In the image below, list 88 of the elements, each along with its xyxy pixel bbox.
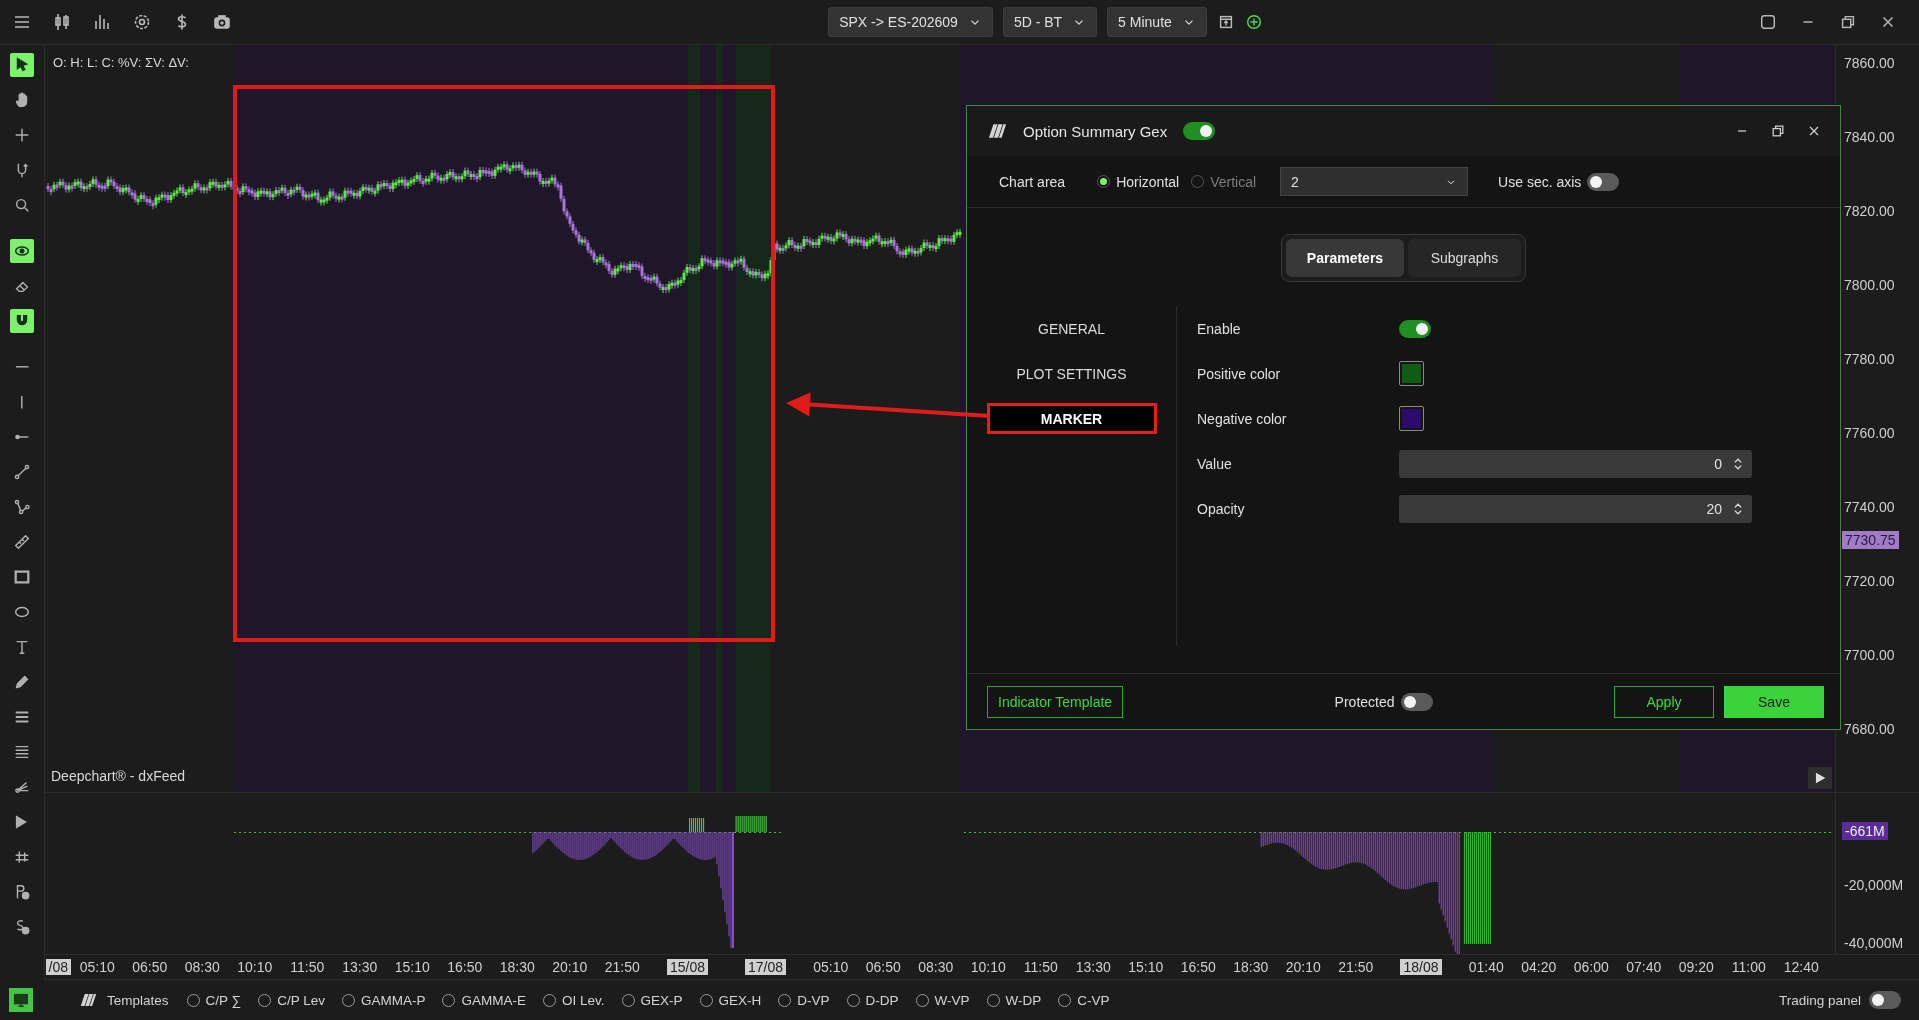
date-label: 17/08	[744, 959, 786, 975]
nav-item[interactable]: GENERAL	[986, 313, 1157, 344]
study-radio[interactable]: GAMMA-P	[341, 992, 426, 1008]
time-label: 06:50	[132, 959, 168, 975]
indicator-value-badge: -661M	[1842, 822, 1888, 840]
field-label: Positive color	[1197, 365, 1282, 382]
chart-source-label: Deepchart® - dxFeed	[51, 768, 186, 784]
price-label: 7760.00	[1844, 425, 1895, 441]
dropdown[interactable]: SPX -> ES-202609	[828, 7, 993, 37]
field-label: Opacity	[1197, 500, 1246, 517]
ohlc-legend: O: H: L: C: %V: ΣV: ΔV:	[53, 55, 189, 70]
field-label: Chart area	[999, 173, 1066, 190]
nav-item[interactable]: PLOT SETTINGS	[986, 358, 1157, 389]
time-label: 20:10	[1285, 959, 1321, 975]
time-label: 16:50	[447, 959, 483, 975]
time-label: 11:50	[290, 959, 325, 975]
time-label: 20:10	[552, 959, 588, 975]
time-label: 11:00	[1731, 959, 1766, 975]
price-label: 7680.00	[1844, 721, 1895, 737]
date-label: /08	[45, 959, 71, 975]
price-label: 7800.00	[1844, 277, 1895, 293]
study-radio[interactable]: D-DP	[846, 992, 899, 1008]
time-label: 05:10	[813, 959, 849, 975]
field-label: Value	[1197, 455, 1233, 472]
time-label: 10:10	[237, 959, 273, 975]
tab[interactable]: Subgraphs	[1408, 239, 1521, 277]
tab[interactable]: Parameters	[1286, 239, 1404, 277]
indicator-axis-label: -20,000M	[1844, 877, 1904, 893]
apply-button[interactable]: Apply	[1614, 685, 1714, 718]
dropdown[interactable]: 2	[1280, 167, 1469, 196]
field-label: Negative color	[1197, 410, 1288, 427]
date-label: 18/08	[1400, 959, 1442, 975]
price-label: 7860.00	[1844, 55, 1895, 71]
dropdown[interactable]: 5 Minute	[1107, 7, 1207, 37]
time-label: 06:00	[1573, 959, 1609, 975]
time-label: 21:50	[604, 959, 640, 975]
orientation-radio[interactable]: Vertical	[1191, 173, 1257, 190]
time-label: 09:20	[1678, 959, 1714, 975]
price-label: 7840.00	[1844, 129, 1895, 145]
price-label: 7720.00	[1844, 573, 1895, 589]
study-radio[interactable]: C/P ∑	[186, 992, 242, 1008]
time-label: 18:30	[499, 959, 535, 975]
trading-panel-label: Trading panel	[1778, 992, 1861, 1008]
time-label: 08:30	[184, 959, 220, 975]
time-label: 01:40	[1468, 959, 1504, 975]
study-radio[interactable]: D-VP	[778, 992, 830, 1008]
study-radio[interactable]: GAMMA-E	[442, 992, 526, 1008]
field-label: Use sec. axis	[1498, 173, 1582, 190]
time-label: 10:10	[970, 959, 1006, 975]
time-label: 08:30	[918, 959, 954, 975]
time-label: 06:50	[865, 959, 901, 975]
price-label: 7700.00	[1844, 647, 1895, 663]
time-label: 21:50	[1338, 959, 1374, 975]
last-price-badge: 7730.75	[1842, 531, 1899, 549]
dialog-title: Option Summary Gex	[1023, 122, 1168, 140]
time-label: 04:20	[1521, 959, 1557, 975]
time-label: 07:40	[1626, 959, 1662, 975]
number-field[interactable]: 0	[1399, 449, 1752, 478]
date-label: 15/08	[666, 959, 708, 975]
number-field[interactable]: 20	[1399, 494, 1752, 523]
save-button[interactable]: Save	[1724, 685, 1824, 718]
templates-label[interactable]: Templates	[107, 992, 169, 1008]
time-label: 12:40	[1783, 959, 1819, 975]
template-button[interactable]: Indicator Template	[987, 685, 1124, 718]
time-label: 15:10	[394, 959, 430, 975]
dropdown[interactable]: 5D - BT	[1002, 7, 1098, 37]
price-label: 7820.00	[1844, 203, 1895, 219]
field-label: Protected	[1334, 693, 1395, 710]
time-label: 05:10	[79, 959, 115, 975]
time-label: 13:30	[1075, 959, 1111, 975]
price-label: 7780.00	[1844, 351, 1895, 367]
study-radio[interactable]: C/P Lev	[258, 992, 325, 1008]
price-label: 7740.00	[1844, 499, 1895, 515]
orientation-radio[interactable]: Horizontal	[1097, 173, 1180, 190]
study-radio[interactable]: GEX-P	[621, 992, 683, 1008]
time-label: 11:50	[1023, 959, 1058, 975]
study-radio[interactable]: OI Lev.	[543, 992, 605, 1008]
time-label: 16:50	[1180, 959, 1216, 975]
study-radio[interactable]: GEX-H	[699, 992, 762, 1008]
study-radio[interactable]: W-DP	[986, 992, 1042, 1008]
study-radio[interactable]: W-VP	[915, 992, 970, 1008]
indicator-axis-label: -40,000M	[1844, 935, 1904, 951]
time-label: 13:30	[342, 959, 378, 975]
time-label: 18:30	[1233, 959, 1269, 975]
field-label: Enable	[1197, 320, 1242, 337]
nav-item[interactable]: MARKER	[986, 403, 1157, 434]
time-label: 15:10	[1128, 959, 1164, 975]
study-radio[interactable]: C-VP	[1058, 992, 1110, 1008]
